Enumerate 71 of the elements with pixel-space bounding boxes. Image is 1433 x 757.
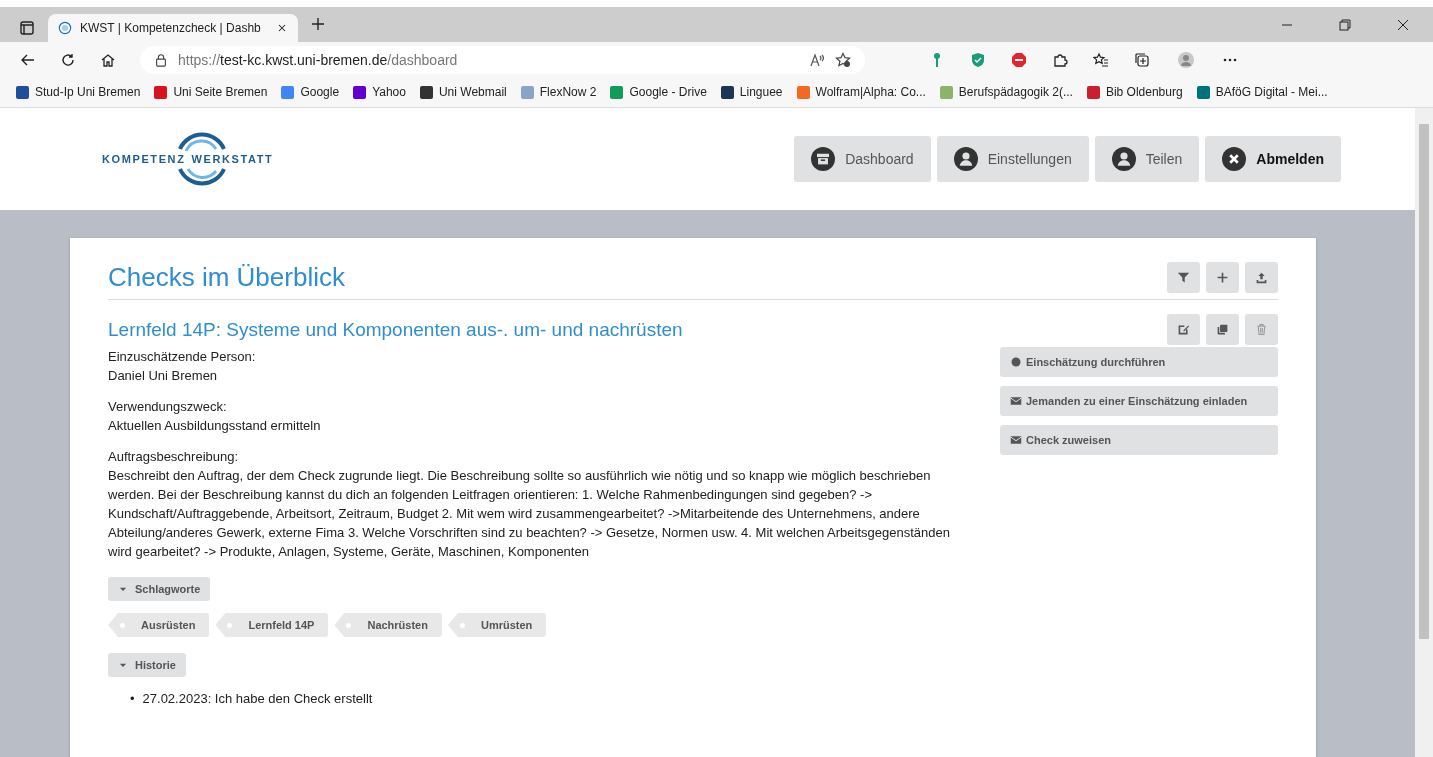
plus-icon [1216,271,1229,284]
bookmark[interactable]: Uni Webmail [415,83,511,101]
field-label: Auftragsbeschreibung: [108,448,240,466]
close-icon [1222,147,1247,171]
tab-actions-icon[interactable] [19,20,35,36]
bookmark[interactable]: Linguee [716,83,787,101]
mail-icon [1010,395,1022,407]
field-value: Daniel Uni Bremen [108,367,219,385]
toggle-button[interactable]: Schlagworte [108,577,211,601]
icon-button[interactable] [1206,314,1239,345]
archive-icon [811,147,836,171]
nav-button[interactable]: Abmelden [1205,136,1341,182]
bookmark[interactable]: FlexNow 2 [516,83,601,101]
shield-icon[interactable] [970,51,986,68]
bookmark[interactable]: Google [277,83,344,101]
bookmark[interactable]: Wolfram|Alpha: Co... [792,83,930,101]
field-label: Verwendungszweck: [108,398,228,416]
copy-icon [1216,323,1229,336]
bookmark[interactable]: Uni Seite Bremen [150,83,272,101]
action-button[interactable]: Check zuweisen [1000,425,1278,455]
edit-icon [1177,323,1190,336]
mail-icon [1010,434,1022,446]
lock-icon [154,52,168,67]
bookmark[interactable]: Google - Drive [606,83,711,101]
dot-icon [1010,356,1022,368]
logo: KOMPETENZ WERKSTATT [102,129,274,189]
stop-sign-icon[interactable] [1011,51,1027,68]
user-icon [953,147,978,171]
icon-button[interactable] [1167,314,1200,345]
icon-button[interactable] [1245,262,1278,293]
reload-icon[interactable] [60,51,76,68]
check-title[interactable]: Lernfeld 14P: Systeme und Komponenten aus-. um- und nachrüsten [108,318,683,341]
favorites-icon[interactable] [1093,51,1109,68]
bookmark[interactable]: BAföG Digital - Mei... [1192,83,1332,101]
extensions-icon[interactable] [1052,51,1068,68]
browser-tab[interactable]: KWST | Kompetenzcheck | Dashb [48,14,298,42]
restore-icon[interactable] [1337,16,1353,33]
tag[interactable]: Ausrüsten [108,613,210,637]
history-entry: 27.02.2023: Ich habe den Check erstellt [142,690,373,708]
bookmark[interactable]: Bib Oldenburg [1082,83,1187,101]
page-title: Checks im Überblick [108,262,345,293]
icon-button[interactable] [1167,262,1200,293]
read-aloud-icon[interactable] [809,51,825,68]
nav-button[interactable]: Einstellungen [936,136,1089,182]
collections-icon[interactable] [1134,51,1150,68]
bookmark[interactable]: Stud-Ip Uni Bremen [12,83,145,101]
upload-icon [1255,271,1268,284]
tag[interactable]: Nachrüsten [334,613,442,637]
field-label: Einzuschätzende Person: [108,348,257,366]
new-tab-icon[interactable] [310,16,326,32]
trash-icon [1255,323,1268,336]
bookmark[interactable]: Yahoo [349,83,410,101]
bookmark[interactable]: Berufspädagogik 2(... [935,83,1077,101]
field-value: Beschreibt den Auftrag, der dem Check zugrunde liegt. Die Beschreibung sollte so ausführlich wie nötig und so knapp wie möglich beschrieben werden. Bei der Beschreibung kannst du dich an folgenden Leitfragen orientieren: 1. Welche Rahmenbedingungen sind gegeben? -> Kundschaft/Auftraggebende, Arbeitsort, Zeitraum, Budget 2. Mit wem wird zusammengearbeitet? ->Mitarbeitende des Unternehmens, andere Abteilung/anderes Gewerk, externe Fima 3. Welche Vorschriften sind zu beachten? -> Gesetze, Normen usw. 4. Mit welchen Arbeitsgegenständen wird gearbeitet? -> Produkte, Anlagen, Systeme, Geräte, Maschinen, Komponenten [108,467,951,561]
url-text: https://test-kc.kwst.uni-bremen.de/dashboard [178,51,459,68]
tag[interactable]: Umrüsten [447,613,547,637]
nav-button[interactable]: Dashboard [794,136,931,182]
user-icon [1111,147,1136,171]
filter-icon [1177,271,1190,284]
scrollbar[interactable] [1415,108,1433,757]
tag[interactable]: Lernfeld 14P [215,613,329,637]
profile-icon[interactable] [1175,51,1197,68]
address-bar[interactable]: https://test-kc.kwst.uni-bremen.de/dashboard [140,45,865,74]
action-button[interactable]: Einschätzung durchführen [1000,347,1278,377]
action-button[interactable]: Jemanden zu einer Einschätzung einladen [1000,386,1278,416]
bullet: • [130,690,135,708]
globe-icon [58,21,72,35]
nav-button[interactable]: Teilen [1094,136,1200,182]
toggle-button[interactable]: Historie [108,653,186,677]
field-value: Aktuellen Ausbildungsstand ermitteln [108,417,322,435]
favorite-add-icon[interactable] [835,51,851,68]
